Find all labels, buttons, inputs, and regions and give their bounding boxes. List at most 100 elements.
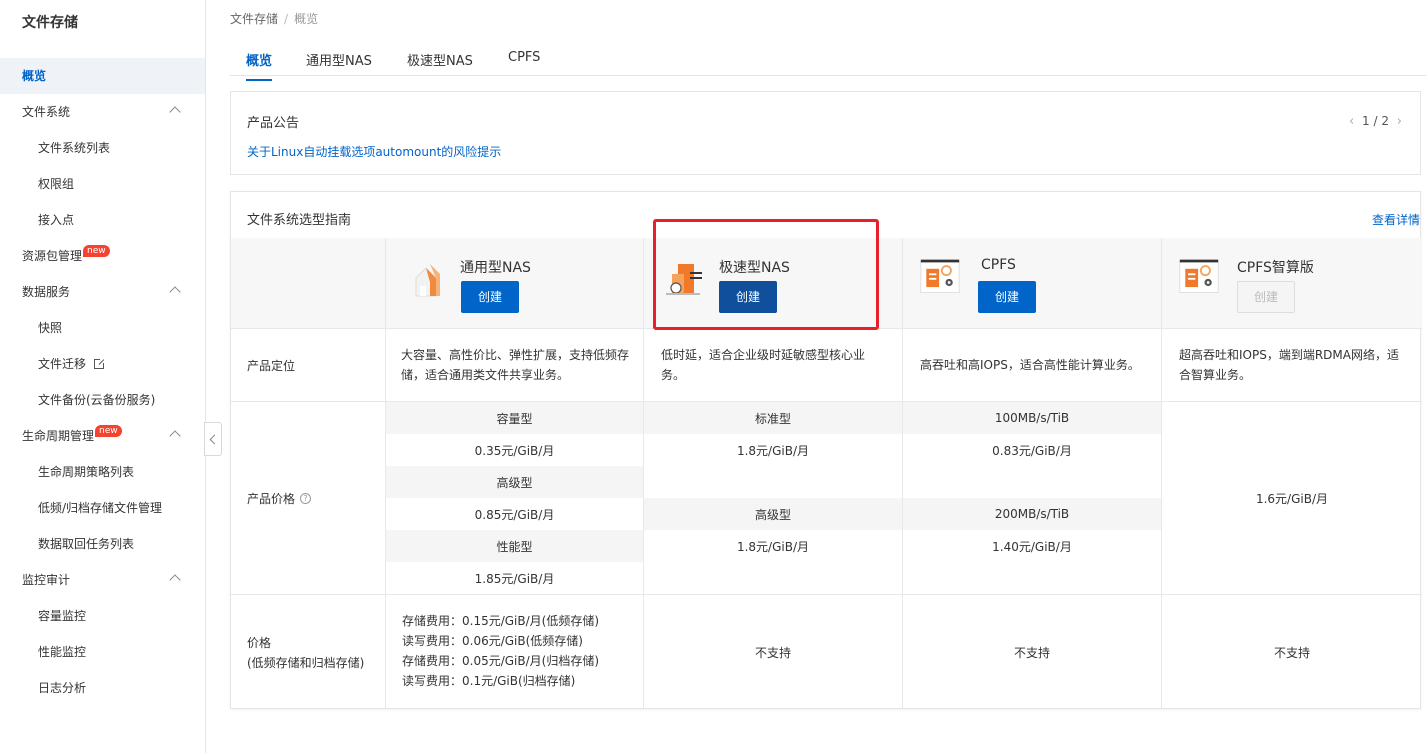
sidebar-item-label: 生命周期策略列表 [38, 465, 135, 479]
sidebar-item-resource-pack[interactable]: 资源包管理 new [0, 238, 205, 274]
row-label-price: 产品价格? [231, 402, 386, 595]
breadcrumb-root[interactable]: 文件存储 [230, 12, 278, 26]
sidebar-collapse-handle[interactable] [204, 422, 222, 456]
sidebar-item-perf-monitor[interactable]: 性能监控 [0, 634, 205, 670]
row-label-positioning: 产品定位 [231, 329, 386, 402]
sidebar-item-label: 低频/归档存储文件管理 [38, 501, 163, 515]
announcement-pager: ‹ 1 / 2 › [1349, 114, 1402, 129]
sidebar-item-label: 文件系统 [22, 105, 71, 119]
tier-name: 性能型 [386, 530, 644, 562]
sidebar-item-permission-group[interactable]: 权限组 [0, 166, 205, 202]
table-corner-cell [231, 238, 386, 329]
announcement-link[interactable]: 关于Linux自动挂载选项automount的风险提示 [247, 143, 501, 160]
chevron-right-icon[interactable]: › [1397, 114, 1402, 129]
announcement-title: 产品公告 [247, 116, 300, 131]
sidebar-item-label: 数据服务 [22, 285, 71, 299]
sidebar-item-label: 文件备份(云备份服务) [38, 393, 156, 407]
tier-name: 高级型 [644, 498, 903, 530]
sidebar-item-label: 接入点 [38, 213, 75, 227]
price2-line: 读写费用：0.1元/GiB(归档存储) [402, 674, 576, 688]
tier-price: 1.85元/GiB/月 [386, 562, 644, 595]
row-label-price2: 价格 (低频存储和归档存储) [231, 595, 386, 709]
tier-price: 1.40元/GiB/月 [903, 530, 1162, 562]
empty-cell [903, 562, 1162, 595]
tier-name: 200MB/s/TiB [903, 498, 1162, 530]
sidebar-item-file-system-list[interactable]: 文件系统列表 [0, 130, 205, 166]
guide-title: 文件系统选型指南 [247, 213, 352, 228]
pager-text: 1 / 2 [1362, 114, 1389, 128]
row-label-price-text: 产品价格 [247, 491, 296, 506]
tab-general-nas[interactable]: 通用型NAS [306, 50, 372, 79]
announcement-panel: 产品公告 关于Linux自动挂载选项automount的风险提示 ‹ 1 / 2… [230, 91, 1421, 175]
product-header-cpfs: CPFS 创建 [903, 238, 1162, 329]
empty-cell [644, 562, 903, 595]
view-details-link[interactable]: 查看详情 [1372, 211, 1420, 228]
tier-name: 容量型 [386, 402, 644, 434]
sidebar-item-low-freq-mgmt[interactable]: 低频/归档存储文件管理 [0, 490, 205, 526]
chevron-up-icon [169, 286, 181, 298]
price2-extreme-nas: 不支持 [644, 595, 903, 709]
chevron-up-icon [169, 574, 181, 586]
sidebar-item-label: 生命周期管理 [22, 429, 95, 443]
sidebar-item-label: 日志分析 [38, 681, 87, 695]
create-general-nas-button[interactable]: 创建 [461, 281, 519, 313]
positioning-extreme-nas: 低时延，适合企业级时延敏感型核心业务。 [644, 329, 903, 402]
help-icon[interactable]: ? [300, 492, 312, 504]
sidebar-title: 文件存储 [22, 15, 78, 31]
sidebar: 文件存储 概览 文件系统 文件系统列表 权限组 接入点 资源包管理 new 数据服… [0, 0, 206, 753]
tier-price: 0.83元/GiB/月 [903, 434, 1162, 466]
selection-guide-panel: 文件系统选型指南 查看详情 通用型NAS 创建 极速型NAS 创建 CPFS 创… [230, 191, 1422, 709]
create-cpfs-button[interactable]: 创建 [978, 281, 1036, 313]
chevron-left-icon[interactable]: ‹ [1349, 114, 1354, 129]
sidebar-item-lifecycle[interactable]: 生命周期管理 new [0, 418, 205, 454]
sidebar-item-label: 文件迁移 [38, 357, 87, 371]
external-link-icon [94, 357, 107, 369]
product-name: 通用型NAS [460, 260, 531, 276]
product-name: CPFS [981, 257, 1016, 273]
cpfs-icon [920, 259, 960, 293]
sidebar-item-label: 文件系统列表 [38, 141, 111, 155]
sidebar-item-file-system[interactable]: 文件系统 [0, 94, 205, 130]
product-header-general-nas: 通用型NAS 创建 [386, 238, 644, 329]
empty-cell [644, 466, 903, 498]
sidebar-item-capacity-monitor[interactable]: 容量监控 [0, 598, 205, 634]
tab-overview[interactable]: 概览 [246, 50, 273, 81]
sidebar-item-lifecycle-policy[interactable]: 生命周期策略列表 [0, 454, 205, 490]
sidebar-item-data-service[interactable]: 数据服务 [0, 274, 205, 310]
cpfs-ai-icon [1179, 259, 1219, 293]
sidebar-item-label: 资源包管理 [22, 249, 83, 263]
price2-line: 存储费用：0.15元/GiB/月(低频存储) [402, 614, 600, 628]
sidebar-item-label: 性能监控 [38, 645, 87, 659]
new-badge: new [95, 425, 122, 437]
create-extreme-nas-button[interactable]: 创建 [719, 281, 777, 313]
sidebar-item-mount-point[interactable]: 接入点 [0, 202, 205, 238]
general-nas-icon [415, 264, 440, 297]
sidebar-item-label: 概览 [22, 69, 47, 83]
positioning-general-nas: 大容量、高性价比、弹性扩展，支持低频存储，适合通用类文件共享业务。 [386, 329, 644, 402]
product-header-cpfs-ai: CPFS智算版 创建 [1162, 238, 1422, 329]
sidebar-item-retrieval-tasks[interactable]: 数据取回任务列表 [0, 526, 205, 562]
sidebar-item-file-backup[interactable]: 文件备份(云备份服务) [0, 382, 205, 418]
tier-name: 100MB/s/TiB [903, 402, 1162, 434]
sidebar-item-snapshot[interactable]: 快照 [0, 310, 205, 346]
extreme-nas-icon [666, 264, 702, 295]
positioning-cpfs-ai: 超高吞吐和IOPS，端到端RDMA网络，适合智算业务。 [1162, 329, 1422, 402]
new-badge: new [83, 245, 110, 257]
price2-cpfs: 不支持 [903, 595, 1162, 709]
price2-line: 存储费用：0.05元/GiB/月(归档存储) [402, 654, 600, 668]
sidebar-item-monitor-audit[interactable]: 监控审计 [0, 562, 205, 598]
price2-cpfs-ai: 不支持 [1273, 645, 1310, 660]
tab-cpfs[interactable]: CPFS [508, 50, 540, 75]
breadcrumb: 文件存储 / 概览 [230, 10, 318, 27]
tab-extreme-nas[interactable]: 极速型NAS [407, 50, 473, 79]
breadcrumb-current: 概览 [294, 12, 319, 26]
breadcrumb-separator: / [284, 12, 289, 26]
sidebar-item-overview[interactable]: 概览 [0, 58, 205, 94]
sidebar-item-log-analysis[interactable]: 日志分析 [0, 670, 205, 706]
tier-name: 标准型 [644, 402, 903, 434]
sidebar-item-label: 监控审计 [22, 573, 71, 587]
sidebar-item-file-migration[interactable]: 文件迁移 [0, 346, 205, 382]
price-cpfs-ai: 1.6元/GiB/月 [1162, 402, 1422, 595]
empty-cell [903, 466, 1162, 498]
positioning-cpfs: 高吞吐和高IOPS，适合高性能计算业务。 [903, 329, 1162, 402]
